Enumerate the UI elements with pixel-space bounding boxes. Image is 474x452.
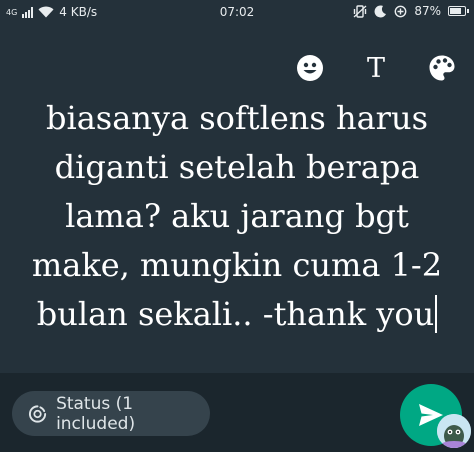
status-audience-label: Status (1 included) [56, 393, 136, 434]
text-icon: T [366, 52, 385, 84]
emoji-button[interactable] [294, 52, 326, 84]
battery-fill [450, 8, 461, 14]
text-cursor [435, 295, 438, 333]
status-bar: 4G 4 KB/s 07:02 87% [0, 0, 474, 26]
vibrate-icon [353, 4, 367, 18]
battery-percent: 87% [414, 4, 441, 18]
avatar [437, 414, 471, 448]
moon-icon [374, 4, 387, 17]
status-audience-button[interactable]: Status (1 included) [12, 391, 210, 436]
data-saver-icon [394, 5, 407, 17]
status-bar-right: 87% [353, 4, 469, 18]
editor-toolbar: T [294, 52, 458, 84]
status-text-editor[interactable]: biasanya softlens harus diganti setelah … [22, 94, 452, 339]
text-button[interactable]: T [360, 52, 392, 84]
palette-button[interactable] [426, 52, 458, 84]
status-ring-icon [28, 404, 47, 423]
emoji-icon [297, 55, 323, 81]
battery-icon [448, 6, 469, 16]
status-text: biasanya softlens harus diganti setelah … [31, 99, 443, 333]
avatar-icon [437, 414, 471, 448]
palette-icon [429, 55, 455, 81]
